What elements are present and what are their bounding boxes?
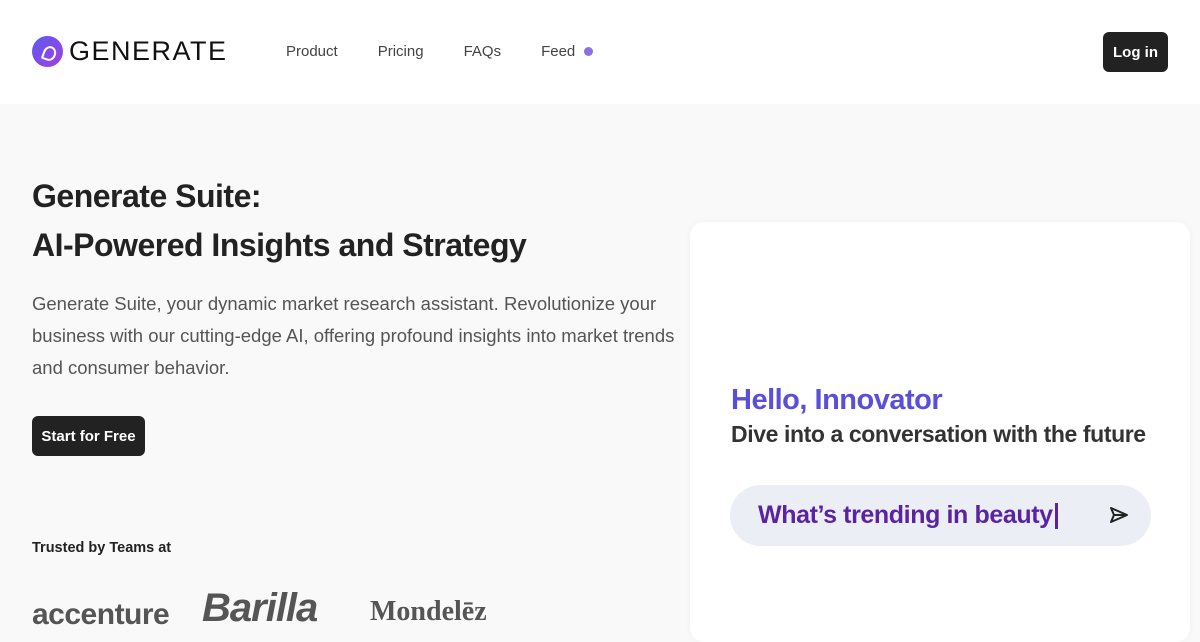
logo[interactable]: GENERATE xyxy=(32,36,228,67)
prompt-text: What’s trending in beauty xyxy=(758,501,1053,529)
logo-icon xyxy=(32,36,63,67)
nav-feed[interactable]: Feed xyxy=(541,43,575,60)
feed-notification-dot-icon xyxy=(584,47,593,56)
header: GENERATE Product Pricing FAQs Feed Log i… xyxy=(0,0,1200,104)
start-free-button[interactable]: Start for Free xyxy=(32,416,145,456)
login-button[interactable]: Log in xyxy=(1103,32,1168,72)
main-nav: Product Pricing FAQs Feed xyxy=(286,43,615,60)
accenture-logo: accenture xyxy=(32,598,170,631)
hero-description: Generate Suite, your dynamic market rese… xyxy=(32,293,675,378)
page-title: Generate Suite: AI-Powered Insights and S… xyxy=(32,172,527,270)
title-line-1: Generate Suite: xyxy=(32,178,262,214)
mondelez-logo: Mondelēz xyxy=(370,596,487,627)
barilla-logo: Barilla xyxy=(202,586,318,630)
chat-subtitle: Dive into a conversation with the future xyxy=(731,421,1146,447)
title-line-2: AI-Powered Insights and Strategy xyxy=(32,227,527,263)
chat-greeting: Hello, Innovator xyxy=(731,384,943,416)
brand-name: GENERATE xyxy=(69,36,228,66)
chat-prompt-input[interactable]: What’s trending in beauty xyxy=(730,485,1151,546)
send-icon[interactable] xyxy=(1109,506,1129,524)
nav-faqs[interactable]: FAQs xyxy=(464,43,502,60)
nav-pricing[interactable]: Pricing xyxy=(378,43,424,60)
nav-product[interactable]: Product xyxy=(286,43,338,60)
trusted-label: Trusted by Teams at xyxy=(32,540,172,556)
text-caret xyxy=(1054,502,1058,529)
